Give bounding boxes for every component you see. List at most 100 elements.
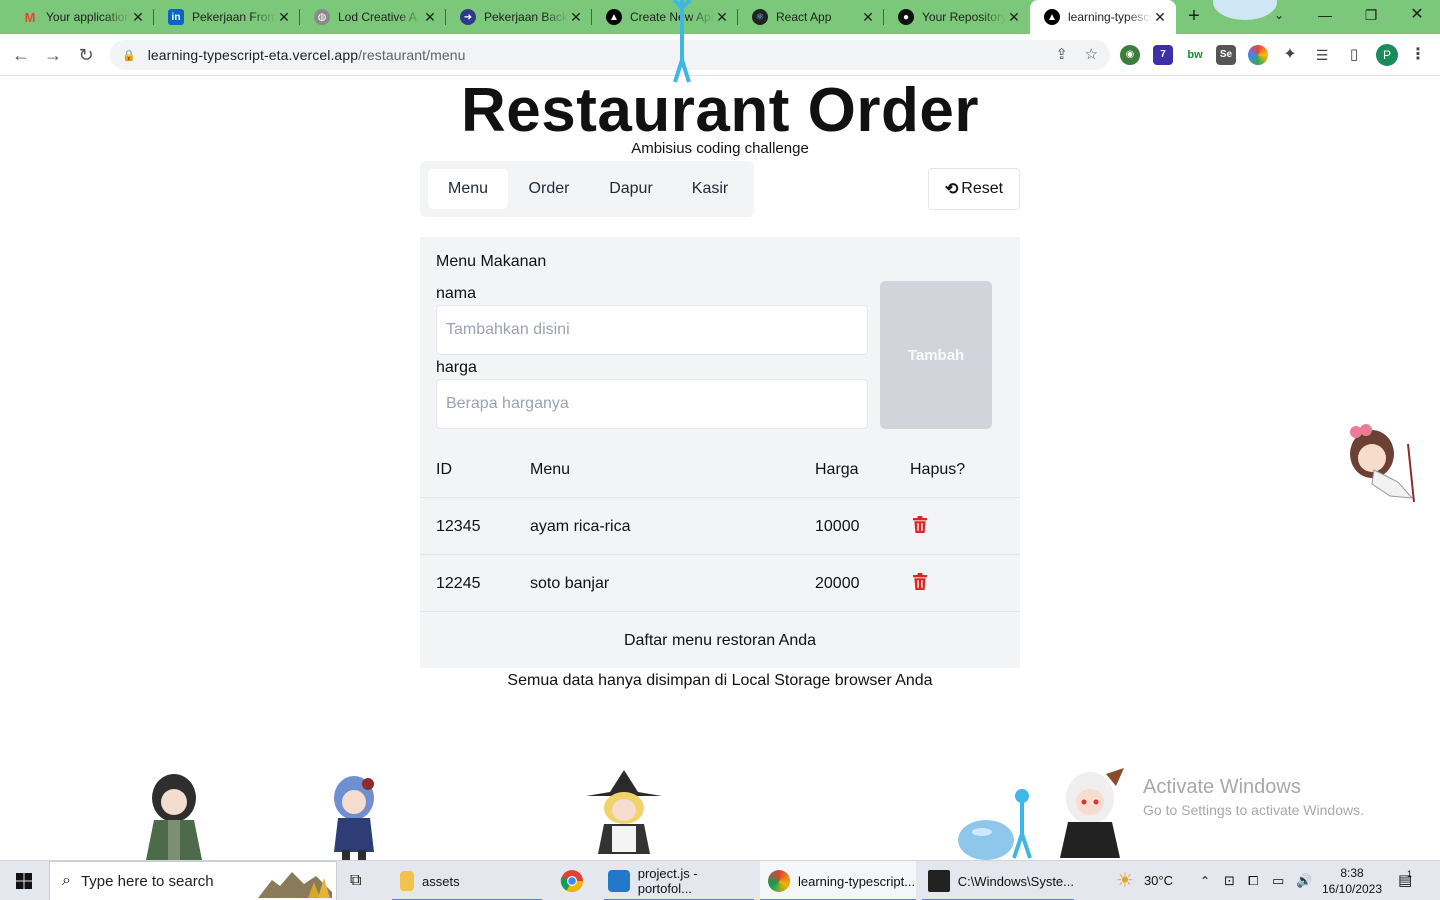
name-input[interactable] [436, 305, 868, 355]
tab-menu[interactable]: Menu [428, 169, 508, 209]
tab-kasir[interactable]: Kasir [676, 169, 744, 209]
linkedin-icon: in [168, 9, 184, 25]
tab-dapur[interactable]: Dapur [590, 169, 672, 209]
close-icon[interactable]: ✕ [130, 9, 146, 26]
reset-label: Reset [961, 180, 1004, 197]
tab-title: Your application [46, 10, 130, 24]
restore-button[interactable]: ❐ [1348, 0, 1394, 30]
page-title: Restaurant Order [461, 76, 979, 145]
windows-start-icon[interactable] [0, 861, 48, 900]
volume-icon[interactable]: 🔊 [1296, 861, 1312, 900]
reading-list-icon[interactable]: ☰ [1312, 45, 1332, 65]
notification-count: 1 [1407, 869, 1413, 879]
browser-tab[interactable]: ● Your Repository ✕ [884, 0, 1030, 34]
close-icon[interactable]: ✕ [1006, 9, 1022, 26]
extension-icon[interactable]: bw [1185, 45, 1205, 65]
color-picker-icon[interactable] [1248, 45, 1268, 65]
system-clock[interactable]: 8:38 16/10/2023 [1318, 865, 1386, 897]
watermark-subtitle: Go to Settings to activate Windows. [1143, 802, 1364, 818]
extension-icon[interactable]: 7 [1153, 45, 1173, 65]
browser-tab[interactable]: ▲ Create New App ✕ [592, 0, 738, 34]
task-view-icon[interactable]: ⧉ [350, 861, 376, 900]
back-button[interactable]: ← [8, 42, 34, 68]
gmail-icon: M [24, 9, 36, 25]
weather-widget[interactable]: ☀ 30°C [1116, 861, 1173, 900]
close-icon[interactable]: ✕ [276, 9, 292, 26]
search-placeholder: Type here to search [80, 872, 214, 890]
chrome-icon [560, 870, 583, 892]
weather-icon: ☀ [1116, 870, 1134, 892]
extension-icon[interactable]: Se [1216, 45, 1236, 65]
url-text: learning-typescript-eta.vercel.app/resta… [147, 47, 466, 63]
column-header-id: ID [436, 461, 452, 478]
table-row: 12345 ayam rica-rica 10000 [420, 497, 1020, 554]
browser-tab[interactable]: in Pekerjaan Front ✕ [154, 0, 300, 34]
browser-tab[interactable]: M Your application ✕ [8, 0, 154, 34]
kebab-menu-icon[interactable]: ⋮ [1408, 45, 1428, 65]
display-icon[interactable]: ⧠ [1248, 861, 1258, 900]
site-icon: ➜ [460, 9, 476, 25]
address-bar[interactable]: 🔒 learning-typescript-eta.vercel.app/res… [110, 40, 1110, 70]
terminal-icon [928, 870, 950, 892]
reload-button[interactable]: ↻ [73, 42, 99, 68]
browser-tab[interactable]: ⚛ React App ✕ [738, 0, 884, 34]
browser-tab[interactable]: ◍ Lod Creative A ✕ [300, 0, 446, 34]
share-icon[interactable]: ⇪ [1055, 45, 1068, 63]
side-panel-icon[interactable]: ▯ [1344, 45, 1364, 65]
cell-id: 12245 [436, 575, 481, 592]
page-subtitle: Ambisius coding challenge [631, 140, 809, 157]
close-window-button[interactable]: ✕ [1394, 0, 1440, 30]
vscode-icon [608, 870, 630, 892]
new-tab-button[interactable]: + [1182, 5, 1206, 29]
anime-character-sticker [1350, 424, 1415, 503]
extensions-puzzle-icon[interactable]: ✦ [1280, 45, 1300, 65]
cell-menu: soto banjar [530, 575, 610, 592]
add-button[interactable]: Tambah [880, 281, 992, 429]
tab-title: Pekerjaan Back [484, 10, 568, 24]
taskbar-app-label: learning-typescript... [798, 873, 916, 889]
taskbar-app-terminal[interactable]: C:\Windows\Syste... [922, 861, 1074, 900]
tab-title: Lod Creative A [338, 10, 417, 24]
refresh-icon: ⟲ [944, 181, 959, 198]
storage-note: Semua data hanya disimpan di Local Stora… [507, 672, 933, 689]
browser-tab[interactable]: ➜ Pekerjaan Back ✕ [446, 0, 592, 34]
reset-button[interactable]: ⟲ Reset [928, 168, 1020, 210]
close-icon[interactable]: ✕ [422, 9, 438, 26]
tab-order[interactable]: Order [512, 169, 586, 209]
taskbar: ⌕ Type here to search ⧉ assets project.j… [0, 860, 1440, 900]
browser-tab-active[interactable]: ▲ learning-typescript ✕ [1030, 0, 1176, 34]
meet-now-icon[interactable]: ⊡ [1224, 861, 1235, 900]
price-input[interactable] [436, 379, 868, 429]
taskbar-app-explorer[interactable]: assets [392, 861, 542, 900]
close-icon[interactable]: ✕ [1152, 9, 1168, 26]
forward-button[interactable]: → [40, 42, 66, 68]
trash-icon[interactable] [912, 573, 928, 591]
notification-icon[interactable]: ▤ 1 [1398, 861, 1412, 900]
name-label: nama [436, 285, 477, 302]
cell-menu: ayam rica-rica [530, 518, 631, 535]
trash-icon[interactable] [912, 516, 928, 534]
minimize-button[interactable]: — [1302, 0, 1348, 30]
close-icon[interactable]: ✕ [714, 9, 730, 26]
extension-icon[interactable]: ◉ [1120, 45, 1140, 65]
taskbar-app-chrome[interactable] [556, 861, 588, 900]
profile-avatar[interactable]: P [1376, 44, 1398, 66]
chevron-up-icon[interactable]: ⌃ [1200, 861, 1210, 900]
close-icon[interactable]: ✕ [568, 9, 584, 26]
taskbar-app-label: project.js - portofol... [637, 866, 698, 896]
taskbar-search-input[interactable]: ⌕ Type here to search [49, 861, 337, 900]
table-row: 12245 soto banjar 20000 [420, 554, 1020, 611]
network-icon[interactable]: ▭ [1272, 861, 1284, 900]
taskbar-app-vscode[interactable]: project.js - portofol... [604, 861, 754, 900]
chrome-profile-icon [768, 870, 790, 892]
main-nav: Menu Order Dapur Kasir [420, 161, 754, 217]
folder-icon [400, 871, 414, 891]
github-icon: ● [898, 9, 914, 25]
close-icon[interactable]: ✕ [860, 9, 876, 26]
lock-icon: 🔒 [122, 49, 136, 62]
globe-icon: ◍ [314, 9, 330, 25]
bookmark-star-icon[interactable]: ☆ [1085, 45, 1098, 63]
page-content: Restaurant Order Ambisius coding challen… [0, 77, 1440, 859]
taskbar-app-chrome-window[interactable]: learning-typescript... [760, 861, 916, 900]
tab-title: learning-typescript [1068, 10, 1152, 24]
